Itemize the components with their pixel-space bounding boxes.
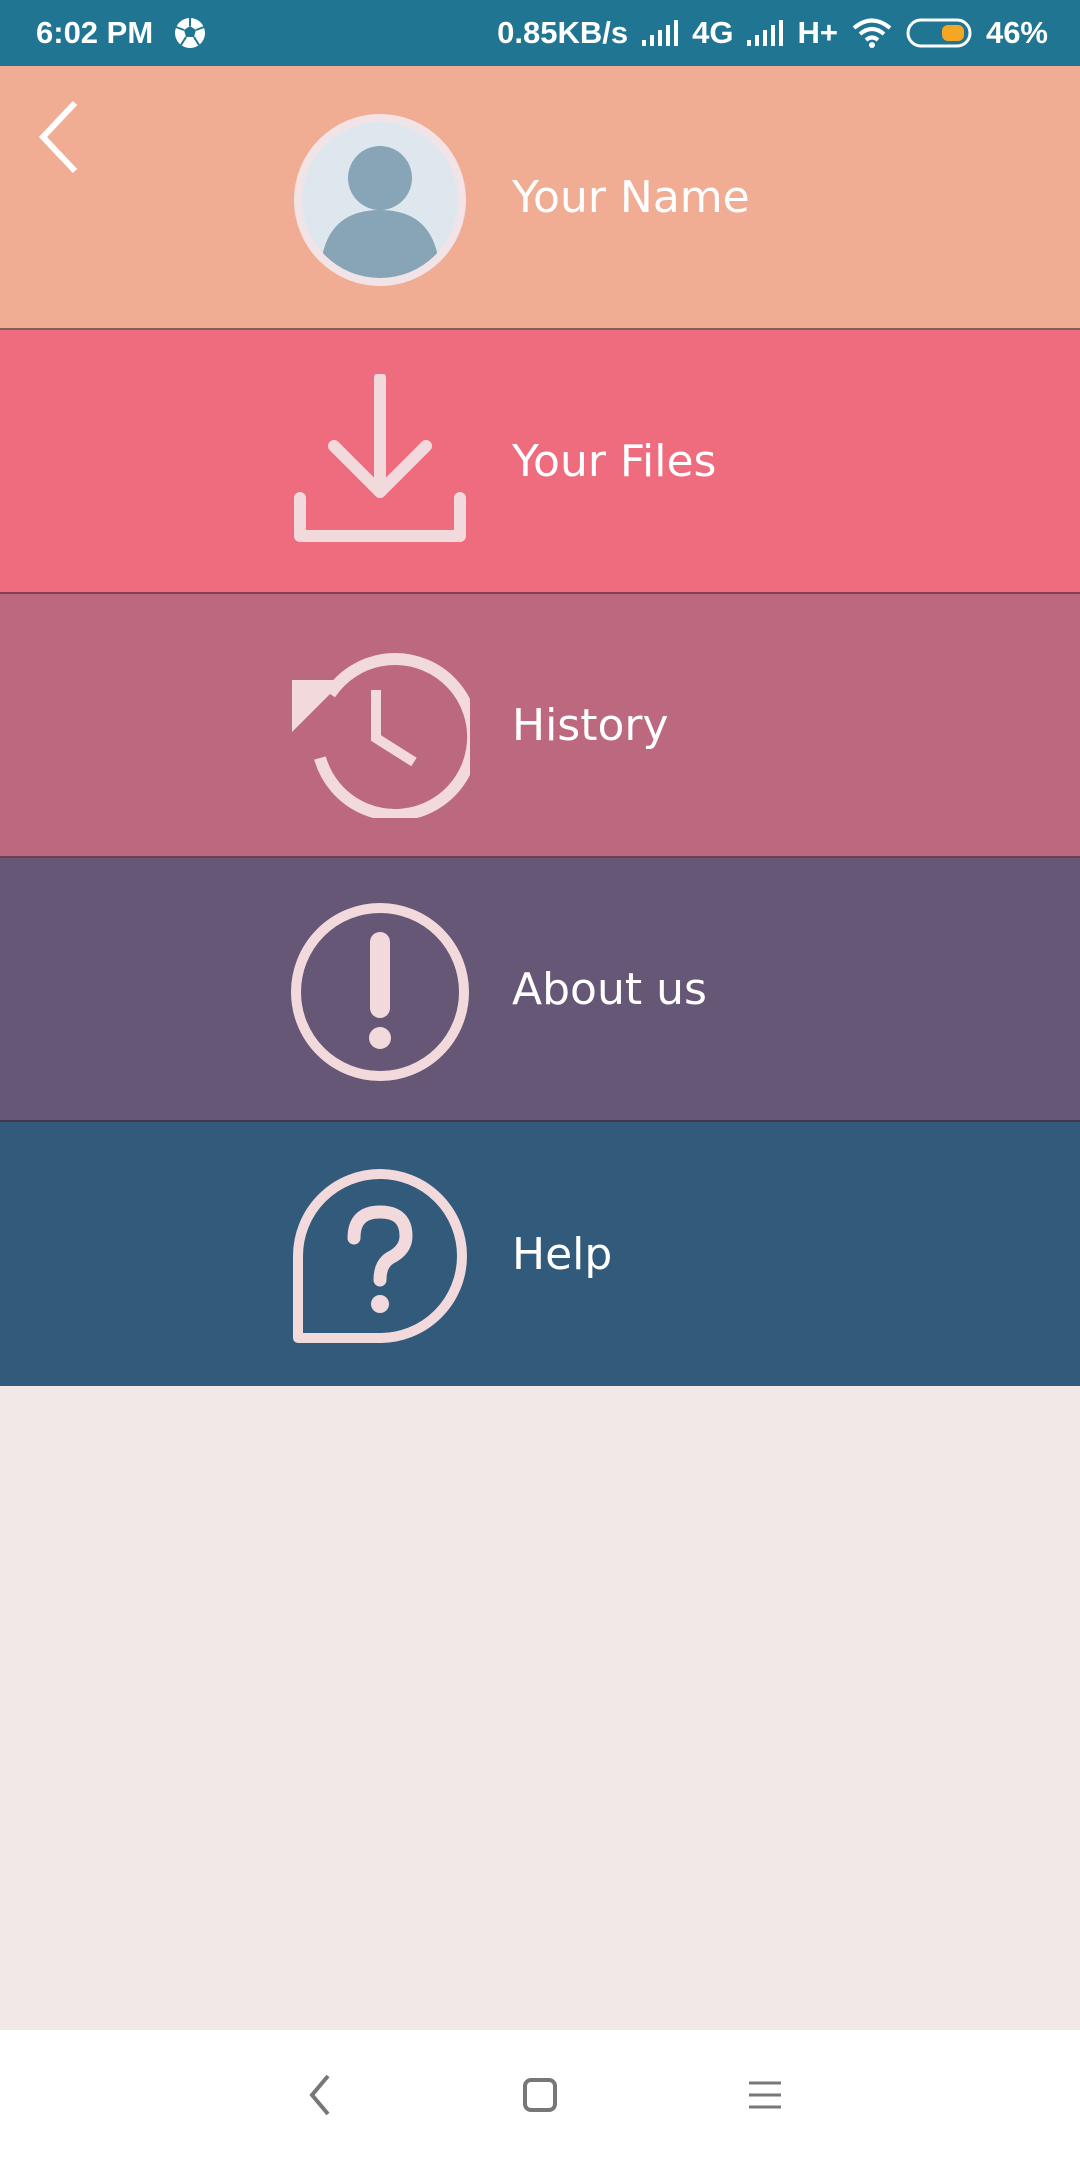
nav-home-icon[interactable] xyxy=(505,2060,575,2130)
signal-icon xyxy=(745,18,785,48)
status-bar: 6:02 PM 0.85KB/s 4G H+ 46% xyxy=(0,0,1080,66)
menu-item-label: About us xyxy=(512,963,707,1015)
soccer-ball-icon xyxy=(173,16,207,50)
menu-item-history[interactable]: History xyxy=(0,594,1080,858)
menu-list: Your Name Your Files History About us He… xyxy=(0,66,1080,1386)
network-type-2: H+ xyxy=(797,15,838,50)
battery-percentage: 46% xyxy=(985,15,1048,50)
menu-item-help[interactable]: Help xyxy=(0,1122,1080,1386)
avatar-icon xyxy=(290,110,470,290)
network-speed: 0.85KB/s xyxy=(497,15,629,50)
nav-back-icon[interactable] xyxy=(285,2060,355,2130)
battery-icon xyxy=(906,17,974,49)
status-time: 6:02 PM xyxy=(36,15,154,50)
system-nav-bar xyxy=(0,2030,1080,2160)
back-arrow-icon[interactable] xyxy=(30,92,90,182)
menu-item-label: History xyxy=(512,699,669,751)
menu-item-about-us[interactable]: About us xyxy=(0,858,1080,1122)
menu-item-label: Help xyxy=(512,1228,613,1280)
signal-icon xyxy=(640,18,680,48)
download-icon xyxy=(290,374,470,554)
wifi-icon xyxy=(850,17,894,49)
menu-item-label: Your Files xyxy=(512,435,717,487)
menu-item-label: Your Name xyxy=(512,171,750,223)
network-type-1: 4G xyxy=(692,15,734,50)
nav-menu-icon[interactable] xyxy=(730,2060,800,2130)
menu-item-your-files[interactable]: Your Files xyxy=(0,330,1080,594)
help-bubble-icon xyxy=(290,1166,470,1346)
history-icon xyxy=(290,638,470,818)
info-exclamation-icon xyxy=(290,902,470,1082)
menu-item-your-name[interactable]: Your Name xyxy=(0,66,1080,330)
